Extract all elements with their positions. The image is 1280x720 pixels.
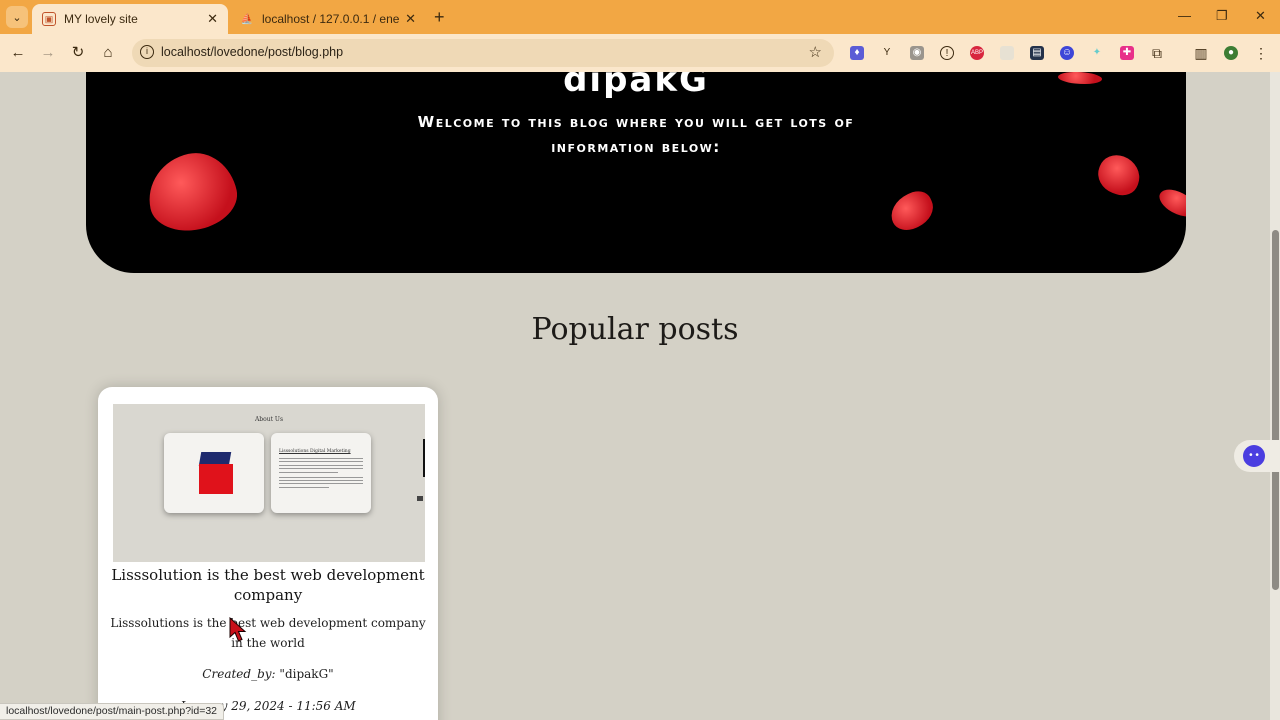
back-button[interactable]: ← — [8, 43, 28, 63]
close-window-button[interactable]: ✕ — [1255, 8, 1266, 24]
site-favicon-icon: ▣ — [42, 12, 56, 26]
site-info-icon[interactable]: i — [140, 45, 154, 59]
phpmyadmin-favicon-icon: ⛵ — [240, 13, 254, 25]
thumbnail-cube-card — [164, 433, 264, 513]
chevron-down-icon: ⌄ — [12, 11, 22, 24]
puzzle-pink-icon[interactable]: ✚ — [1120, 46, 1134, 60]
fire-icon[interactable]: ♦ — [850, 46, 864, 60]
page-scrollbar-thumb[interactable] — [1272, 230, 1279, 590]
new-tab-button[interactable]: + — [434, 7, 445, 28]
thumbnail-card-title: Lisssolutions Digital Marketing — [279, 449, 351, 454]
browser-toolbar: ← → ↻ ⌂ i localhost/lovedone/post/blog.p… — [0, 34, 1280, 72]
close-tab-icon[interactable]: ✕ — [405, 11, 416, 27]
link-status-bar: localhost/lovedone/post/main-post.php?id… — [0, 703, 225, 720]
forward-button[interactable]: → — [38, 43, 58, 63]
cursor-arrow-icon — [229, 616, 247, 642]
tab-bar: ⌄ ▣ MY lovely site ✕ ⛵ localhost / 127.0… — [0, 0, 1280, 34]
welcome-text: Welcome to this blog where you will get … — [356, 110, 916, 160]
grid-icon[interactable] — [1000, 46, 1014, 60]
red-cube-image — [197, 452, 233, 494]
bookmark-star-icon[interactable]: ☆ — [809, 43, 822, 61]
post-description: Lisssolutions is the best web developmen… — [110, 616, 426, 650]
address-bar[interactable]: i localhost/lovedone/post/blog.php ☆ — [132, 39, 834, 67]
page-content: dipakG Welcome to this blog where you wi… — [0, 72, 1270, 720]
post-author: Created_by: "dipakG" — [98, 667, 438, 681]
welcome-line-2: information below: — [551, 138, 721, 156]
sidebar-icon[interactable]: ▥ — [1194, 46, 1208, 60]
rose-petal-image — [884, 186, 940, 236]
terminal-icon[interactable]: ▤ — [1030, 46, 1044, 60]
y-icon[interactable]: Y — [880, 46, 894, 60]
hero-banner: dipakG Welcome to this blog where you wi… — [86, 72, 1186, 273]
post-card[interactable]: About Us Lisssolutions Digital Marketing… — [98, 387, 438, 720]
home-button[interactable]: ⌂ — [98, 43, 118, 63]
profile-icon[interactable]: ● — [1224, 46, 1238, 60]
thumbnail-marker — [417, 496, 423, 501]
tab-title: localhost / 127.0.0.1 / enemy | p — [262, 12, 400, 26]
face-icon[interactable]: ☺ — [1060, 46, 1074, 60]
popular-posts-heading: Popular posts — [531, 312, 739, 347]
tab-phpmyadmin[interactable]: ⛵ localhost / 127.0.0.1 / enemy | p ✕ — [230, 4, 426, 34]
minimize-button[interactable]: — — [1178, 8, 1191, 23]
created-by-label: Created_by: — [202, 667, 276, 681]
restore-button[interactable]: ❐ — [1216, 8, 1228, 24]
thumbnail-text-lines — [279, 458, 363, 490]
post-title[interactable]: Lisssolution is the best web development… — [110, 565, 426, 605]
sparkle-icon[interactable]: ✦ — [1090, 46, 1104, 60]
site-name: dipakG — [563, 72, 709, 100]
welcome-line-1: Welcome to this blog where you will get … — [417, 113, 855, 131]
chat-assistant-button[interactable]: • • — [1234, 440, 1280, 472]
circle-icon[interactable]: ! — [940, 46, 954, 60]
tab-search-button[interactable]: ⌄ — [6, 6, 28, 28]
camera-icon[interactable]: ◉ — [910, 46, 924, 60]
tab-title: MY lovely site — [64, 12, 138, 26]
post-thumbnail[interactable]: About Us Lisssolutions Digital Marketing — [113, 404, 425, 562]
author-name: "dipakG" — [279, 667, 334, 681]
address-bar-url[interactable]: localhost/lovedone/post/blog.php — [161, 45, 343, 59]
close-tab-icon[interactable]: ✕ — [207, 11, 218, 27]
thumbnail-text-card: Lisssolutions Digital Marketing — [271, 433, 371, 513]
rose-petal-image — [141, 145, 243, 239]
thumbnail-heading: About Us — [254, 416, 284, 423]
menu-icon[interactable]: ⋮ — [1254, 46, 1268, 60]
puzzle-icon[interactable]: ⧉ — [1150, 46, 1164, 60]
tab-my-lovely-site[interactable]: ▣ MY lovely site ✕ — [32, 4, 228, 34]
rose-petal-image — [1092, 149, 1146, 201]
abp-icon[interactable]: ABP — [970, 46, 984, 60]
rose-petal-image — [1155, 182, 1186, 224]
bot-face-icon: • • — [1243, 445, 1265, 467]
thumbnail-scrollbar — [423, 439, 425, 477]
reload-button[interactable]: ↻ — [68, 43, 88, 63]
